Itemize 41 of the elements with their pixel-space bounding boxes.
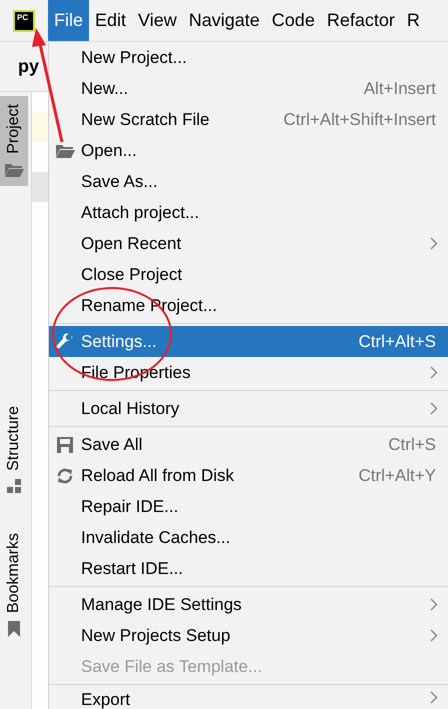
shortcut-text: Ctrl+Alt+Shift+Insert [283,108,437,131]
menu-item[interactable]: Restart IDE... [49,553,448,584]
reload-icon [56,466,74,484]
side-tab[interactable]: Bookmarks [0,524,28,645]
menu-item[interactable]: Invalidate Caches... [49,522,448,553]
menubar-item[interactable]: View [132,0,183,41]
menubar-item[interactable]: File [48,0,90,41]
side-tab[interactable]: Structure [0,398,28,501]
folder-icon [4,162,24,178]
shortcut-text: Ctrl+S [388,434,437,456]
menu-item[interactable]: Export [49,687,448,709]
menu-item[interactable]: Reload All from Disk Ctrl+Alt+Y [49,460,448,491]
bookmark-icon [7,620,21,637]
shortcut-text: Alt+Insert [364,78,437,100]
menu-item[interactable]: New... Alt+Insert [49,73,448,104]
blocks-icon [7,478,21,493]
shortcut-text: Ctrl+Alt+Y [358,464,437,487]
menubar-item[interactable]: Edit [89,0,132,41]
menu-item[interactable]: Attach project... [49,197,448,228]
project-title: py [18,55,40,78]
menu-item[interactable]: New Projects Setup [49,620,448,651]
side-tab[interactable]: Project [0,96,28,186]
shortcut-text: Ctrl+Alt+S [358,330,437,353]
app-logo[interactable]: PC [13,10,35,32]
menu-item[interactable]: Repair IDE... [49,491,448,522]
menu-item[interactable]: Save All Ctrl+S [49,429,448,460]
menu-item[interactable]: Close Project [49,259,448,290]
menu-item[interactable]: Manage IDE Settings [49,589,448,620]
menu-item[interactable]: Local History [49,393,448,424]
folder-icon [55,142,75,158]
menubar-item[interactable]: R [400,0,426,41]
menu-item[interactable]: Open Recent [49,228,448,259]
menubar-item[interactable]: Code [266,0,321,41]
menubar-item[interactable]: Refactor [320,0,401,41]
wrench-icon [56,332,74,350]
menu-item[interactable]: Save As... [49,166,448,197]
menu-item[interactable]: New Project... [49,42,448,73]
menu-item[interactable]: Settings... Ctrl+Alt+S [49,326,448,357]
menubar-item[interactable]: Navigate [182,0,266,41]
menu-item[interactable]: Open... [49,135,448,166]
menu-item[interactable]: New Scratch File Ctrl+Alt+Shift+Insert [49,104,448,135]
